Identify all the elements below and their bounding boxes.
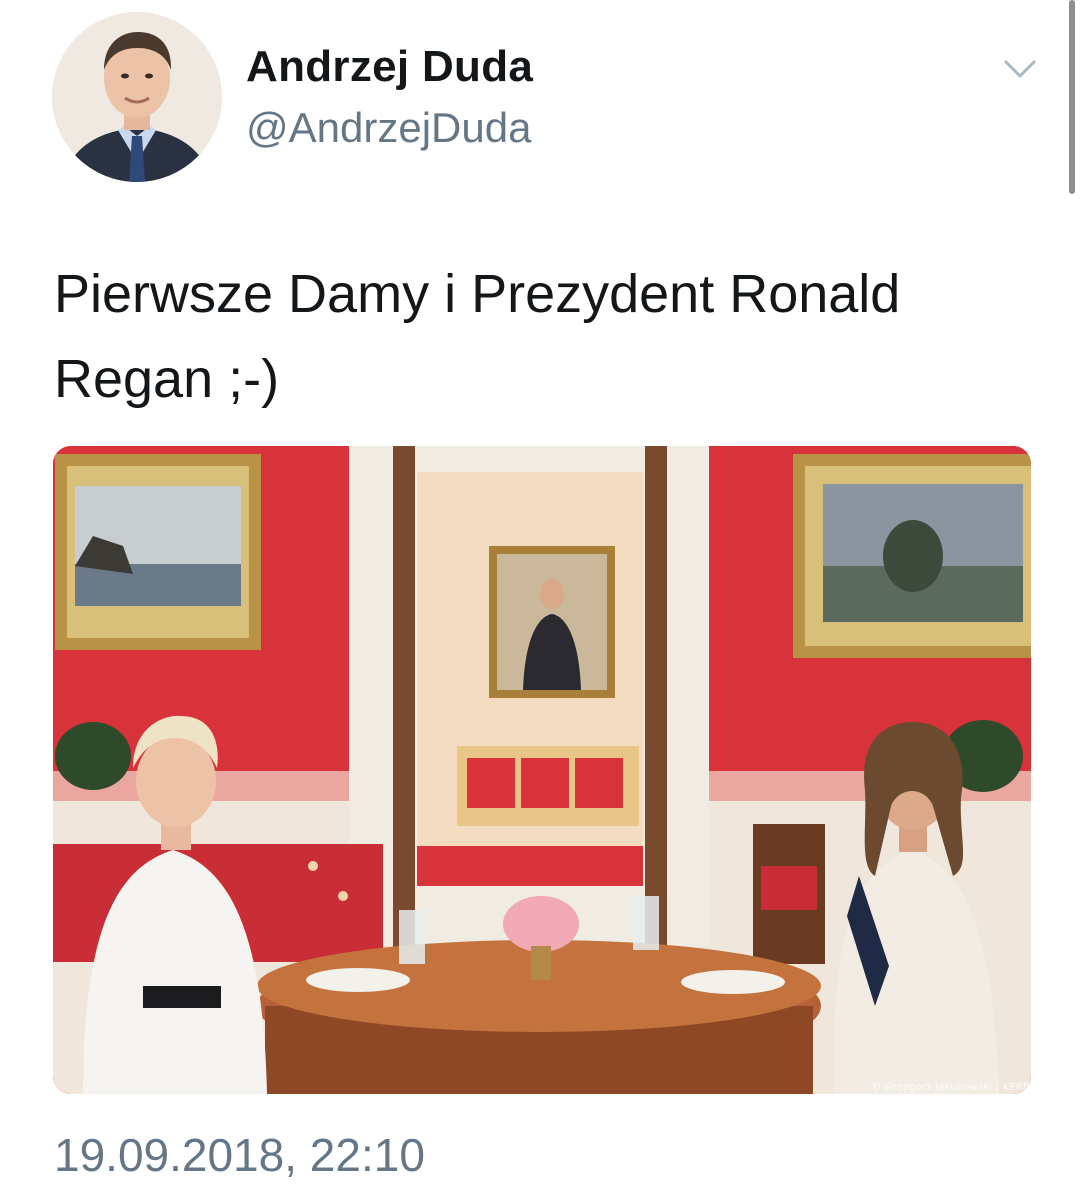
avatar[interactable] [52,12,222,182]
tweet-timestamp[interactable]: 19.09.2018, 22:10 [54,1128,425,1182]
tweet-photo[interactable]: © Grzegorz Jakubowski / KPRP [53,446,1031,1094]
tweet-text: Pierwsze Damy i Prezydent Ronald Regan ;… [54,264,901,409]
tweet-card: Andrzej Duda @AndrzejDuda Pierwsze Damy … [0,0,1084,1200]
photo-watermark: © Grzegorz Jakubowski / KPRP [871,1082,1029,1093]
author-handle[interactable]: @AndrzejDuda [246,104,531,152]
chevron-down-icon[interactable] [998,50,1042,90]
scrollbar[interactable] [1069,0,1075,194]
author-display-name[interactable]: Andrzej Duda [246,42,533,92]
